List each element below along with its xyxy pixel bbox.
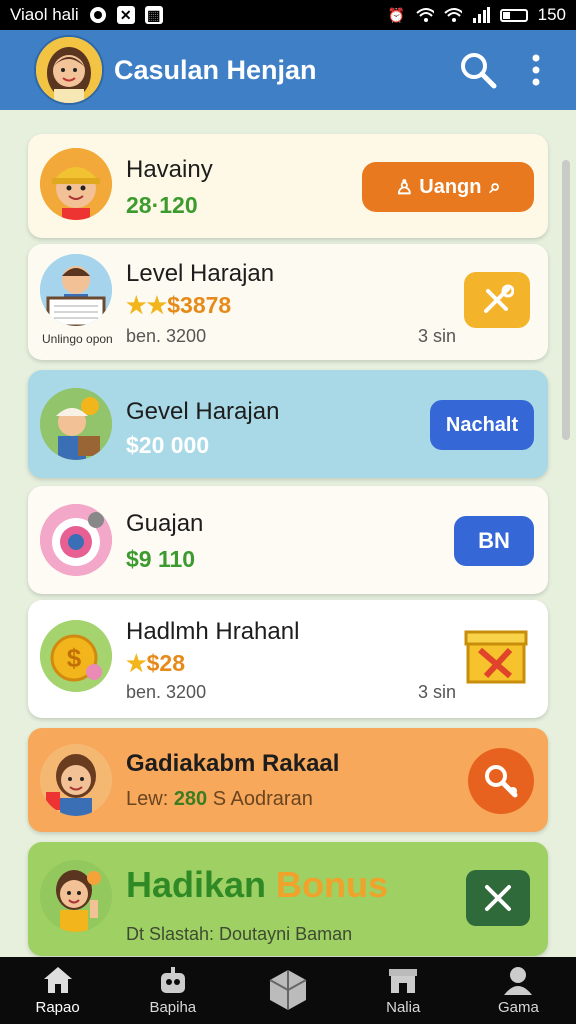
- claim-button-label: Uangn: [419, 175, 482, 198]
- item-name: Guajan: [126, 510, 204, 537]
- image-notification-icon: ▦: [144, 6, 163, 24]
- waving-kid-avatar: [40, 860, 112, 932]
- item-name: Level Harajan: [126, 260, 275, 287]
- delivery-avatar: [40, 388, 112, 460]
- coin-avatar: $: [40, 620, 112, 692]
- svg-text:$: $: [67, 643, 82, 673]
- notification-ring-icon: [89, 6, 107, 24]
- item-name: Gadiakabm Rakaal: [126, 750, 340, 777]
- wifi-icon: [415, 6, 434, 24]
- user-icon: ♙: [395, 176, 414, 199]
- list-item[interactable]: Havainy 28·120 ♙ Uangn ⌕: [28, 134, 548, 238]
- star-icon: ★★: [126, 292, 168, 318]
- app-bar: Casulan Henjan: [0, 30, 576, 110]
- search-icon[interactable]: [456, 48, 500, 92]
- item-value: ★★$3878: [126, 292, 232, 318]
- action-button[interactable]: Nachalt: [430, 400, 534, 450]
- wifi-icon-2: [443, 6, 462, 24]
- robot-icon: [160, 967, 185, 993]
- item-subtitle: ben. 3200: [126, 326, 207, 346]
- child-avatar: [40, 744, 112, 816]
- list-item[interactable]: Hadikan Bonus Dt Slastah: Doutayni Baman: [28, 842, 548, 956]
- item-subtitle: Lew: 280 S Aodraran: [126, 788, 313, 810]
- nav-home[interactable]: Rapao: [0, 957, 115, 1024]
- nav-label: Nalia: [386, 999, 421, 1016]
- close-bonus-button[interactable]: [466, 870, 530, 926]
- tools-button[interactable]: [464, 272, 530, 328]
- item-value: $9 110: [126, 546, 196, 572]
- avatar-caption: Unlingo opon: [42, 332, 113, 346]
- item-name: Hadlmh Hrahanl: [126, 618, 300, 645]
- profile-icon: [504, 967, 533, 995]
- action-button[interactable]: BN: [454, 516, 534, 566]
- magnify-icon: ⌕: [489, 175, 501, 198]
- nav-label: Gama: [497, 999, 539, 1016]
- item-time: 3 sin: [417, 326, 456, 346]
- item-subtitle: Dt Slastah: Doutayni Baman: [126, 924, 353, 944]
- list-item[interactable]: Guajan $9 110 BN: [28, 486, 548, 594]
- wrench-icon: [484, 284, 514, 313]
- user-avatar[interactable]: [34, 35, 104, 105]
- status-bar: Viaol hali ✕ ▦ ⏰ 150: [0, 0, 576, 30]
- nav-label: Rapao: [35, 999, 80, 1016]
- item-value: ★$28: [126, 650, 185, 676]
- list-item[interactable]: Gadiakabm Rakaal Lew: 280 S Aodraran: [28, 728, 548, 832]
- clerk-avatar: [40, 254, 112, 326]
- box-icon: [269, 969, 307, 1010]
- battery-icon: [499, 8, 528, 22]
- battery-level: 150: [537, 5, 566, 24]
- bonus-title: Hadikan Bonus: [126, 864, 389, 905]
- item-name: Gevel Harajan: [126, 398, 280, 425]
- target-avatar: [40, 504, 112, 576]
- shop-icon: [389, 969, 418, 993]
- scrollbar[interactable]: [562, 160, 570, 440]
- home-icon: [43, 967, 72, 993]
- nav-nalia[interactable]: Nalia: [346, 957, 461, 1024]
- gift-box-icon[interactable]: [464, 624, 530, 686]
- carrier-label: Viaol hali: [10, 5, 79, 24]
- item-value: $20 000: [126, 432, 210, 458]
- rattle-button[interactable]: [468, 748, 534, 814]
- bottom-nav: Rapao Bapiha Nalia Gama: [0, 957, 576, 1024]
- list-item[interactable]: Gevel Harajan $20 000 Nachalt: [28, 370, 548, 478]
- alarm-icon: ⏰: [387, 6, 406, 23]
- close-notification-icon: ✕: [116, 6, 135, 24]
- item-time: 3 sin: [417, 682, 456, 702]
- nav-gama[interactable]: Gama: [461, 957, 576, 1024]
- nav-box[interactable]: [230, 957, 345, 1024]
- item-subtitle: ben. 3200: [126, 682, 207, 702]
- more-menu-icon[interactable]: [514, 48, 558, 92]
- item-value: 28·120: [126, 192, 198, 218]
- star-icon: ★: [126, 650, 147, 676]
- list-item[interactable]: Unlingo opon Level Harajan ★★$3878 ben. …: [28, 244, 548, 360]
- list-item[interactable]: $ Hadlmh Hrahanl ★$28 ben. 3200 3 sin: [28, 600, 548, 718]
- nav-label: Bapiha: [149, 999, 197, 1016]
- signal-icon: [472, 6, 490, 24]
- close-icon: [485, 885, 511, 911]
- app-title: Casulan Henjan: [114, 54, 317, 85]
- rattle-icon: [485, 765, 518, 798]
- worker-avatar: [40, 148, 112, 220]
- nav-bapiha[interactable]: Bapiha: [115, 957, 230, 1024]
- claim-button[interactable]: ♙ Uangn ⌕: [362, 162, 534, 212]
- item-name: Havainy: [126, 156, 213, 183]
